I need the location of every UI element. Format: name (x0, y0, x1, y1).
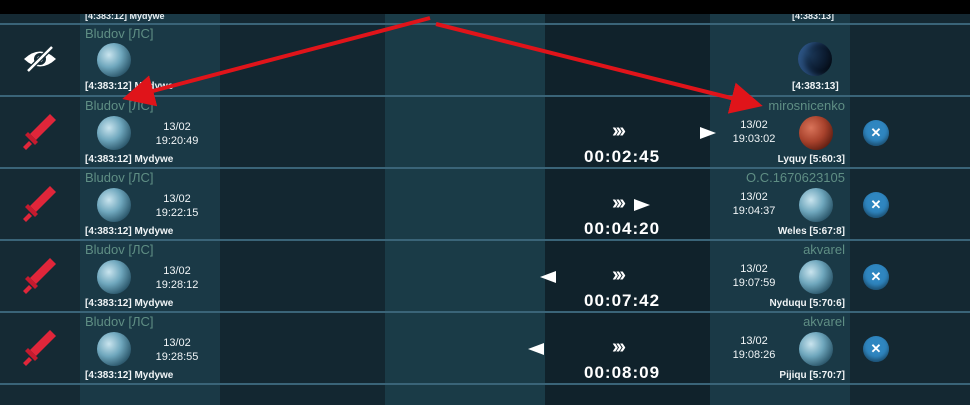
destination-time: 19:03:02 (732, 133, 776, 145)
origin-coord[interactable]: [4:383:12] Mydywe (85, 370, 173, 381)
sword-icon[interactable] (20, 254, 60, 294)
cancel-fleet-button[interactable]: ✕ (863, 192, 889, 218)
origin-datetime: 13/02 19:28:55 (152, 336, 202, 364)
target-player-name[interactable]: O.C.1670623105 (746, 170, 845, 185)
origin-coord[interactable]: [4:383:12] Mydywe (85, 226, 173, 237)
flight-timer: 00:07:42 (584, 291, 661, 310)
target-player-name[interactable]: mirosnicenko (768, 98, 845, 113)
cancel-fleet-button[interactable]: ✕ (863, 120, 889, 146)
destination-time: 19:08:26 (732, 349, 776, 361)
destination-datetime: 13/02 19:07:59 (728, 262, 780, 290)
destination-date: 13/02 (740, 335, 768, 347)
destination-coord[interactable]: Nyduqu [5:70:6] (769, 298, 845, 309)
player-name[interactable]: Bludov [ЛС] (85, 170, 154, 185)
origin-planet-icon[interactable] (97, 116, 131, 150)
target-player-name[interactable]: akvarel (803, 242, 845, 257)
destination-coord[interactable]: Lyquy [5:60:3] (778, 154, 845, 165)
origin-planet-icon[interactable] (97, 43, 131, 77)
destination-date: 13/02 (740, 191, 768, 203)
cancel-fleet-button[interactable]: ✕ (863, 336, 889, 362)
origin-datetime: 13/02 19:22:15 (152, 192, 202, 220)
flight-timer: 00:04:20 (584, 219, 661, 238)
close-icon: ✕ (870, 341, 882, 356)
flight-timer: 00:08:09 (584, 363, 661, 382)
origin-date: 13/02 (163, 121, 191, 133)
destination-time: 19:07:59 (732, 277, 776, 289)
destination-date: 13/02 (740, 263, 768, 275)
top-black-bar (0, 0, 970, 14)
destination-datetime: 13/02 19:04:37 (728, 190, 780, 218)
destination-planet-icon[interactable] (799, 116, 833, 150)
cancel-fleet-button[interactable]: ✕ (863, 264, 889, 290)
origin-coord[interactable]: [4:383:12] Mydywe (85, 154, 173, 165)
row-divider (0, 239, 970, 241)
origin-planet-icon[interactable] (97, 260, 131, 294)
origin-coord[interactable]: [4:383:12] Mydywe (85, 81, 173, 92)
fleet-ship-icon[interactable] (540, 271, 556, 283)
close-icon: ✕ (870, 269, 882, 284)
origin-time: 19:28:12 (155, 279, 199, 291)
direction-chevrons: ››› (612, 120, 626, 142)
origin-date: 13/02 (163, 265, 191, 277)
close-icon: ✕ (870, 197, 882, 212)
origin-datetime: 13/02 19:28:12 (152, 264, 202, 292)
destination-planet-icon[interactable] (799, 188, 833, 222)
destination-planet-icon[interactable] (799, 332, 833, 366)
sword-icon[interactable] (20, 110, 60, 150)
col-origin-time (220, 0, 385, 405)
origin-time: 19:20:49 (155, 135, 199, 147)
direction-chevrons: ››› (612, 264, 626, 286)
close-icon: ✕ (870, 125, 882, 140)
direction-chevrons: ››› (612, 192, 626, 214)
eye-slash-icon[interactable] (20, 44, 60, 74)
player-name[interactable]: Bludov [ЛС] (85, 26, 154, 41)
row-divider (0, 383, 970, 385)
player-name[interactable]: Bludov [ЛС] (85, 242, 154, 257)
origin-date: 13/02 (163, 337, 191, 349)
destination-coord[interactable]: [4:383:13] (792, 81, 839, 92)
origin-time: 19:22:15 (155, 207, 199, 219)
row-divider (0, 311, 970, 313)
row-divider (0, 167, 970, 169)
fleet-ship-icon[interactable] (634, 199, 650, 211)
destination-time: 19:04:37 (732, 205, 776, 217)
direction-chevrons: ››› (612, 336, 626, 358)
fleet-movements-table: [4:383:12] Mydywe [4:383:13] Bludov [ЛС]… (0, 0, 970, 405)
player-name[interactable]: Bludov [ЛС] (85, 98, 154, 113)
origin-date: 13/02 (163, 193, 191, 205)
destination-datetime: 13/02 19:03:02 (728, 118, 780, 146)
destination-planet-icon[interactable] (798, 42, 832, 76)
sword-icon[interactable] (20, 326, 60, 366)
sword-icon[interactable] (20, 182, 60, 222)
origin-planet-icon[interactable] (97, 332, 131, 366)
player-name[interactable]: Bludov [ЛС] (85, 314, 154, 329)
origin-coord[interactable]: [4:383:12] Mydywe (85, 298, 173, 309)
fleet-ship-icon[interactable] (700, 127, 716, 139)
origin-time: 19:28:55 (155, 351, 199, 363)
col-mission (385, 0, 545, 405)
origin-planet-icon[interactable] (97, 188, 131, 222)
fleet-ship-icon[interactable] (528, 343, 544, 355)
destination-coord[interactable]: Weles [5:67:8] (778, 226, 845, 237)
destination-date: 13/02 (740, 119, 768, 131)
col-timer (545, 0, 710, 405)
target-player-name[interactable]: akvarel (803, 314, 845, 329)
row-divider (0, 95, 970, 97)
origin-datetime: 13/02 19:20:49 (152, 120, 202, 148)
destination-datetime: 13/02 19:08:26 (728, 334, 780, 362)
destination-coord[interactable]: Pijiqu [5:70:7] (779, 370, 845, 381)
destination-planet-icon[interactable] (799, 260, 833, 294)
flight-timer: 00:02:45 (584, 147, 661, 166)
row-divider (0, 23, 970, 25)
